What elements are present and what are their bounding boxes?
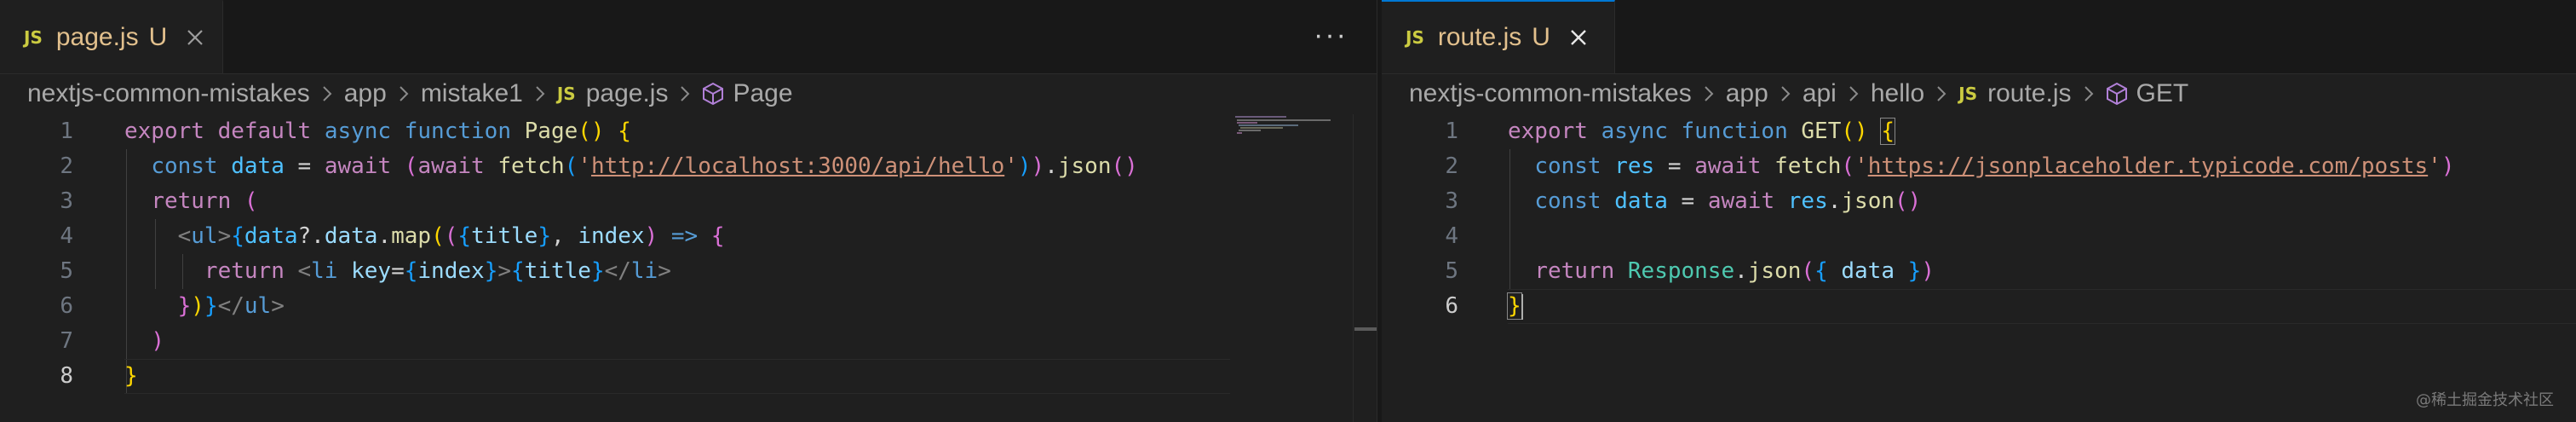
line-number: 5 xyxy=(60,258,73,284)
javascript-file-icon: JS xyxy=(1406,27,1424,48)
chevron-right-icon xyxy=(678,84,692,103)
breadcrumb: nextjs-common-mistakes app mistake1 JS p… xyxy=(27,77,793,111)
breadcrumb-file[interactable]: page.js xyxy=(586,79,669,108)
javascript-file-icon: JS xyxy=(556,84,576,104)
symbol-method-icon xyxy=(2106,82,2128,106)
javascript-file-icon: JS xyxy=(24,27,43,48)
chevron-right-icon xyxy=(397,84,411,103)
close-icon[interactable] xyxy=(186,28,204,47)
code-line: 4 xyxy=(1382,219,2576,254)
breadcrumb-folder[interactable]: hello xyxy=(1871,79,1924,108)
line-number: 5 xyxy=(1445,258,1458,284)
code-line: 5 return <li key={index}>{title}</li> xyxy=(0,254,1377,289)
close-icon[interactable] xyxy=(1569,28,1588,47)
line-number: 1 xyxy=(60,119,73,144)
untracked-badge: U xyxy=(1532,23,1550,51)
code-line-active: 6 } xyxy=(1382,289,2576,324)
chevron-right-icon xyxy=(1847,84,1860,103)
javascript-file-icon: JS xyxy=(1958,84,1978,104)
minimap[interactable] xyxy=(1235,114,1346,135)
chevron-right-icon xyxy=(533,84,547,103)
chevron-right-icon xyxy=(1935,84,1948,103)
line-number: 1 xyxy=(1445,119,1458,144)
tab-route-js[interactable]: JS route.js U xyxy=(1382,0,1615,73)
editor-area: JS page.js U ··· nextjs-common-mistakes … xyxy=(0,0,2576,422)
code-line: 1 export async function GET() { xyxy=(1382,114,2576,149)
tab-bar: JS page.js U ··· xyxy=(0,0,1377,74)
chevron-right-icon xyxy=(320,84,334,103)
tab-label: page.js xyxy=(55,23,139,51)
code-line: 3 return ( xyxy=(0,184,1377,219)
breadcrumb-folder[interactable]: nextjs-common-mistakes xyxy=(1409,79,1692,108)
untracked-badge: U xyxy=(148,23,168,51)
code-line: 4 <ul>{data?.data.map(({title}, index) =… xyxy=(0,219,1377,254)
tab-label: route.js xyxy=(1437,23,1522,51)
editor-group-right: JS route.js U nextjs-common-mistakes app… xyxy=(1382,0,2576,422)
code-line: 2 const res = await fetch('https://jsonp… xyxy=(1382,149,2576,184)
code-line: 7 ) xyxy=(0,324,1377,359)
breadcrumb-folder[interactable]: nextjs-common-mistakes xyxy=(27,79,310,108)
code-line: 1 export default async function Page() { xyxy=(0,114,1377,149)
code-line: 3 const data = await res.json() xyxy=(1382,184,2576,219)
line-number: 4 xyxy=(60,223,73,249)
breadcrumb-file[interactable]: route.js xyxy=(1987,79,2071,108)
chevron-right-icon xyxy=(2082,84,2096,103)
breadcrumb: nextjs-common-mistakes app api hello JS … xyxy=(1409,77,2188,111)
chevron-right-icon xyxy=(1779,84,1792,103)
code-editor[interactable]: 1 export async function GET() { 2 const … xyxy=(1382,114,2576,422)
line-number: 6 xyxy=(1445,293,1458,319)
line-number: 8 xyxy=(60,363,73,389)
scrollbar-thumb[interactable] xyxy=(1354,327,1377,331)
line-number: 4 xyxy=(1445,223,1458,249)
breadcrumb-folder[interactable]: mistake1 xyxy=(421,79,523,108)
line-number: 3 xyxy=(60,188,73,214)
matching-bracket: { xyxy=(1880,118,1895,145)
breadcrumb-symbol[interactable]: Page xyxy=(733,79,792,108)
url-link: https://jsonplaceholder.typicode.com/pos… xyxy=(1867,153,2429,179)
symbol-method-icon xyxy=(702,82,724,106)
code-line: 5 return Response.json({ data }) xyxy=(1382,254,2576,289)
line-number: 3 xyxy=(1445,188,1458,214)
line-number: 2 xyxy=(60,153,73,179)
line-number: 6 xyxy=(60,293,73,319)
line-number: 2 xyxy=(1445,153,1458,179)
breadcrumb-folder[interactable]: api xyxy=(1803,79,1837,108)
line-number: 7 xyxy=(60,328,73,354)
watermark: @稀土掘金技术社区 xyxy=(2416,391,2554,409)
matching-bracket: } xyxy=(1507,292,1522,320)
text-cursor xyxy=(1521,294,1523,320)
url-link: http://localhost:3000/api/hello xyxy=(590,153,1005,179)
editor-group-left: JS page.js U ··· nextjs-common-mistakes … xyxy=(0,0,1377,422)
breadcrumb-symbol[interactable]: GET xyxy=(2136,79,2189,108)
code-editor[interactable]: 1 export default async function Page() {… xyxy=(0,114,1377,422)
current-line-highlight xyxy=(1508,289,2576,324)
tab-page-js[interactable]: JS page.js U xyxy=(0,0,223,73)
code-line: 2 const data = await (await fetch('http:… xyxy=(0,149,1377,184)
current-line-highlight xyxy=(124,359,1230,394)
more-actions-icon[interactable]: ··· xyxy=(1314,19,1348,52)
code-line-active: 8 } xyxy=(0,359,1377,394)
breadcrumb-folder[interactable]: app xyxy=(344,79,387,108)
breadcrumb-folder[interactable]: app xyxy=(1726,79,1768,108)
chevron-right-icon xyxy=(1702,84,1716,103)
tab-bar: JS route.js U xyxy=(1382,0,2576,74)
vertical-scrollbar[interactable] xyxy=(1353,114,1377,422)
code-line: 6 })}</ul> xyxy=(0,289,1377,324)
